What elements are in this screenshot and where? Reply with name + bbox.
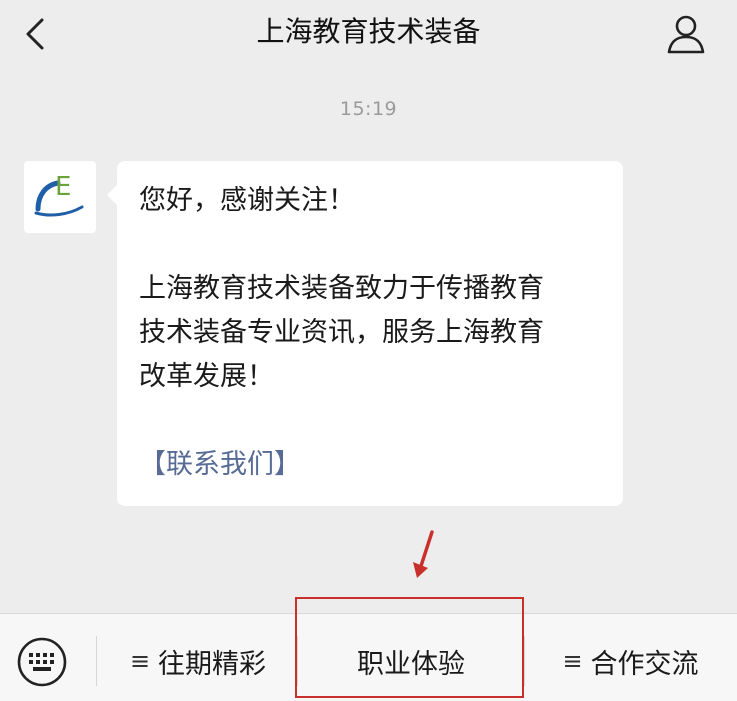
menu-divider	[96, 636, 97, 686]
menu-item-label: 往期精彩	[158, 648, 267, 680]
page-title: 上海教育技术装备	[256, 15, 481, 48]
menu-item-cooperation[interactable]: ≡ 合作交流	[528, 641, 733, 681]
contact-us-link[interactable]: 【联系我们】	[139, 443, 601, 487]
avatar-letter: E	[55, 172, 71, 202]
nav-bar: 上海教育技术装备	[0, 0, 737, 70]
message-line: 改革发展！	[139, 361, 274, 392]
person-icon[interactable]	[664, 12, 708, 56]
message-timestamp: 15:19	[339, 98, 398, 120]
message-line: 上海教育技术装备致力于传播教育	[139, 273, 544, 304]
keyboard-icon[interactable]	[16, 636, 68, 688]
arrow-down-icon	[413, 530, 434, 578]
menu-divider	[524, 636, 525, 686]
message-line: 技术装备专业资讯，服务上海教育	[139, 317, 544, 348]
logo-icon: E	[34, 172, 84, 217]
message-bubble[interactable]: 您好，感谢关注！ 上海教育技术装备致力于传播教育 技术装备专业资讯，服务上海教育…	[107, 161, 623, 506]
menu-item-label: 合作交流	[590, 648, 699, 680]
menu-list-icon: ≡	[562, 647, 583, 675]
highlight-box	[295, 597, 524, 698]
message-greeting: 您好，感谢关注！	[139, 185, 355, 216]
menu-list-icon: ≡	[129, 647, 151, 675]
avatar[interactable]: E	[24, 161, 96, 233]
menu-item-past-highlights[interactable]: ≡ 往期精彩	[100, 641, 296, 681]
